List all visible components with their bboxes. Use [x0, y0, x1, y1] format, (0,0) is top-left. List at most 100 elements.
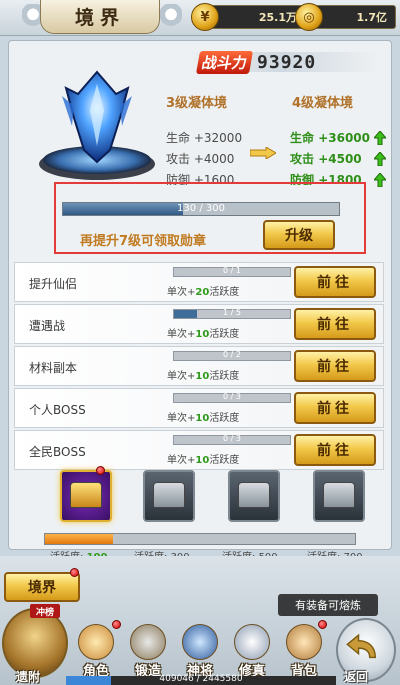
activity-progress-fill [45, 534, 114, 544]
realm-tab-button[interactable]: 境界 [4, 572, 80, 602]
task-progress-text: 0 / 3 [223, 434, 241, 443]
task-progress-text: 0 / 1 [223, 266, 241, 275]
currency-gold-value: 1.7亿 [356, 11, 388, 24]
treasure-chest-icon [323, 482, 355, 508]
notification-dot [112, 620, 121, 629]
task-row: 个人BOSS 0 / 3 单次+10活跃度 前往 [14, 388, 384, 428]
task-name: 个人BOSS [29, 403, 86, 417]
treasure-chest-icon [238, 482, 270, 508]
task-reward-suffix: 活跃度 [209, 371, 240, 382]
activity-progress-bar [44, 533, 356, 545]
go-button[interactable]: 前往 [294, 308, 376, 340]
task-reward-prefix: 单次+ [167, 371, 196, 382]
task-reward: 单次+10活跃度 [167, 451, 239, 466]
task-name: 材料副本 [29, 361, 78, 375]
task-progress-bar: 0 / 2 [173, 350, 291, 361]
go-button[interactable]: 前往 [294, 350, 376, 382]
nav-forge[interactable]: 锻造 [124, 622, 172, 680]
nav-bag[interactable]: 背包 [280, 622, 328, 680]
go-button[interactable]: 前往 [294, 266, 376, 298]
up-arrow-icon [374, 173, 386, 187]
stat-row: 攻击 +4000 [166, 149, 242, 170]
stat-value: +32000 [193, 131, 243, 145]
nav-cultivation[interactable]: 修真 [228, 622, 276, 680]
task-reward-prefix: 单次+ [167, 455, 196, 466]
task-reward-suffix: 活跃度 [209, 287, 240, 298]
stat-label: 攻击 [290, 152, 315, 166]
task-progress-text: 1 / 5 [223, 308, 241, 317]
stat-row: 生命 +36000 [290, 128, 370, 149]
stat-row: 生命 +32000 [166, 128, 242, 149]
current-realm-label: 3级凝体境 [166, 96, 228, 111]
currency-silver-value: 25.1万 [258, 11, 297, 24]
gold-coin-icon: ◎ [295, 3, 323, 31]
next-realm-label: 4级凝体境 [292, 96, 354, 111]
task-progress-text: 0 / 2 [223, 350, 241, 359]
task-name: 全民BOSS [29, 445, 86, 459]
exp-bar: 409046 / 2445580 [66, 674, 336, 685]
task-row: 遭遇战 1 / 5 单次+10活跃度 前往 [14, 304, 384, 344]
stat-label: 生命 [290, 131, 315, 145]
task-reward-suffix: 活跃度 [209, 413, 240, 424]
currency-gold[interactable]: ◎ 1.7亿 [295, 3, 396, 31]
combat-power-label: 战斗力 [195, 50, 254, 74]
avatar-label: 遗附 [16, 670, 41, 684]
activity-chest-1[interactable] [60, 470, 112, 522]
task-reward-value: 10 [195, 455, 210, 466]
task-progress-text: 0 / 3 [223, 392, 241, 401]
task-row: 提升仙侣 0 / 1 单次+20活跃度 前往 [14, 262, 384, 302]
smelt-tooltip[interactable]: 有装备可熔炼 [278, 594, 378, 616]
task-reward-prefix: 单次+ [167, 413, 196, 424]
realm-crystal-icon [39, 70, 155, 180]
task-reward-value: 10 [195, 413, 210, 424]
stat-value: +36000 [318, 131, 371, 145]
task-progress-bar: 0 / 3 [173, 392, 291, 403]
page-title: 境界 [40, 0, 160, 34]
activity-chest-4[interactable] [313, 470, 365, 522]
notification-dot [318, 620, 327, 629]
up-arrow-icon [374, 152, 386, 166]
task-progress-bar: 1 / 5 [173, 308, 291, 319]
go-button[interactable]: 前往 [294, 434, 376, 466]
stat-value: +4500 [318, 152, 362, 166]
go-button[interactable]: 前往 [294, 392, 376, 424]
general-icon [182, 624, 218, 660]
task-reward: 单次+10活跃度 [167, 325, 239, 340]
notification-dot [70, 568, 79, 577]
task-progress-bar: 0 / 1 [173, 266, 291, 277]
character-icon [78, 624, 114, 660]
activity-chest-2[interactable] [143, 470, 195, 522]
notification-dot [96, 466, 105, 475]
ornament-right-icon [160, 4, 182, 30]
top-bar: 境界 ¥ 25.1万 ◎ 1.7亿 [0, 0, 400, 36]
nav-general[interactable]: 神将 [176, 622, 224, 680]
current-stats: 生命 +32000 攻击 +4000 防御 +1600 [166, 128, 242, 185]
stat-label: 生命 [166, 131, 191, 145]
stat-value: +4000 [193, 152, 235, 166]
combat-power-value: 93920 [257, 51, 317, 73]
up-arrow-icon [374, 131, 386, 145]
task-reward: 单次+10活跃度 [167, 367, 239, 382]
task-reward: 单次+20活跃度 [167, 283, 239, 298]
task-reward-value: 10 [195, 371, 210, 382]
task-progress-bar: 0 / 3 [173, 434, 291, 445]
next-stats: 生命 +36000 攻击 +4500 防御 +1800 [290, 128, 370, 185]
exp-text: 409046 / 2445580 [159, 674, 243, 684]
silver-ingot-icon: ¥ [191, 3, 219, 31]
return-label: 返回 [344, 670, 369, 684]
task-reward-prefix: 单次+ [167, 329, 196, 340]
bag-icon [286, 624, 322, 660]
activity-chest-3[interactable] [228, 470, 280, 522]
task-name: 遭遇战 [29, 319, 66, 333]
task-reward-prefix: 单次+ [167, 287, 196, 298]
task-reward-suffix: 活跃度 [209, 455, 240, 466]
cultivation-icon [234, 624, 270, 660]
nav-character[interactable]: 角色 [72, 622, 120, 680]
stat-label: 攻击 [166, 152, 191, 166]
arrow-right-icon [250, 147, 276, 159]
rank-badge[interactable]: 冲榜 [30, 604, 60, 618]
currency-silver[interactable]: ¥ 25.1万 [191, 3, 306, 31]
highlight-box [54, 182, 366, 254]
task-row: 全民BOSS 0 / 3 单次+10活跃度 前往 [14, 430, 384, 470]
stat-row: 攻击 +4500 [290, 149, 370, 170]
